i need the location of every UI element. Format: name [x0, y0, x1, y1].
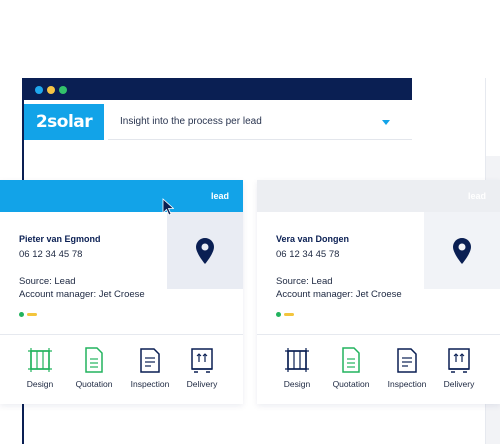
account-manager: Account manager: Jet Croese	[19, 289, 145, 300]
location-area[interactable]	[424, 212, 500, 289]
card-divider	[0, 334, 243, 335]
step-inspection[interactable]: Inspection	[379, 346, 435, 389]
quotation-icon	[85, 347, 103, 373]
card-header: lead	[257, 180, 500, 212]
window-dot-yellow[interactable]	[47, 86, 55, 94]
process-dropdown[interactable]: Insight into the process per lead	[108, 104, 412, 140]
step-label: Inspection	[130, 379, 170, 389]
window-dot-green[interactable]	[59, 86, 67, 94]
lead-source: Source: Lead	[19, 276, 76, 287]
card-header: lead	[0, 180, 243, 212]
lead-card[interactable]: lead Pieter van Egmond 06 12 34 45 78 So…	[0, 180, 243, 404]
lead-name: Pieter van Egmond	[19, 234, 101, 244]
step-inspection[interactable]: Inspection	[122, 346, 178, 389]
step-label: Inspection	[387, 379, 427, 389]
process-steps: Design Quotation Inspection Delivery	[257, 346, 500, 396]
delivery-icon	[191, 348, 213, 373]
step-label: Quotation	[332, 379, 370, 389]
step-label: Design	[283, 379, 311, 389]
step-label: Design	[26, 379, 54, 389]
account-manager: Account manager: Jet Croese	[276, 289, 402, 300]
inspection-icon	[140, 348, 160, 373]
caret-down-icon	[382, 120, 390, 125]
step-delivery[interactable]: Delivery	[431, 346, 487, 389]
inspection-icon	[397, 348, 417, 373]
status-bar-yellow	[284, 313, 294, 316]
step-label: Delivery	[443, 379, 475, 389]
design-icon	[285, 348, 309, 372]
step-quotation[interactable]: Quotation	[323, 346, 379, 389]
process-steps: Design Quotation Inspection Delivery	[0, 346, 243, 396]
step-label: Delivery	[186, 379, 218, 389]
step-quotation[interactable]: Quotation	[66, 346, 122, 389]
mouse-cursor-icon	[162, 198, 174, 216]
lead-tag: lead	[467, 191, 486, 201]
lead-card[interactable]: lead Vera van Dongen 06 12 34 45 78 Sour…	[257, 180, 500, 404]
location-area[interactable]	[167, 212, 243, 289]
lead-phone: 06 12 34 45 78	[276, 249, 340, 260]
step-delivery[interactable]: Delivery	[174, 346, 230, 389]
status-dot-green	[19, 312, 24, 317]
status-indicator	[19, 312, 37, 317]
window-dot-blue[interactable]	[35, 86, 43, 94]
map-pin-icon	[453, 237, 471, 264]
step-design[interactable]: Design	[269, 346, 325, 389]
app-logo: 2solar	[24, 104, 104, 140]
card-divider	[257, 334, 500, 335]
lead-tag: lead	[210, 191, 229, 201]
design-icon	[28, 348, 52, 372]
window-titlebar	[24, 78, 412, 100]
lead-name: Vera van Dongen	[276, 234, 350, 244]
step-design[interactable]: Design	[12, 346, 68, 389]
status-dot-green	[276, 312, 281, 317]
status-bar-yellow	[27, 313, 37, 316]
status-indicator	[276, 312, 294, 317]
delivery-icon	[448, 348, 470, 373]
map-pin-icon	[196, 237, 214, 264]
step-label: Quotation	[75, 379, 113, 389]
lead-source: Source: Lead	[276, 276, 333, 287]
dropdown-label: Insight into the process per lead	[120, 116, 262, 127]
quotation-icon	[342, 347, 360, 373]
lead-phone: 06 12 34 45 78	[19, 249, 83, 260]
